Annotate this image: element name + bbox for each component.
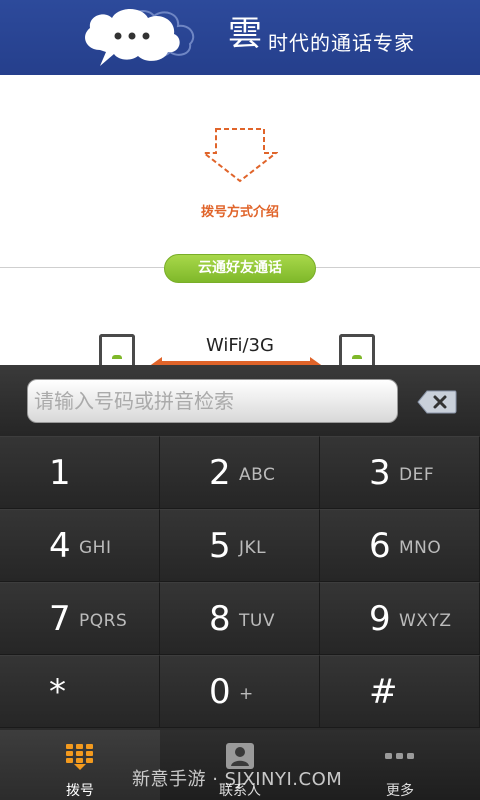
keypad: 1 2 ABC 3 DEF 4 GHI 5 JKL 6 MNO 7 PQRS 8 TUV 9W… <box>0 436 480 730</box>
dial-method-intro-link[interactable]: 拨号方式介绍 <box>0 201 480 220</box>
key-letters: DEF <box>399 465 435 485</box>
down-arrow-icon <box>202 128 278 183</box>
key-digit: 7 <box>49 599 71 639</box>
key-digit: # <box>369 672 398 712</box>
key-5[interactable]: 5 JKL <box>160 509 320 582</box>
key-6[interactable]: 6 MNO <box>320 509 480 582</box>
app-screen: 雲 时代的通话专家 拨号方式介绍 云通好友通话 WiFi/3G 请输入号码或拼音… <box>0 0 480 800</box>
key-star[interactable]: * <box>0 655 160 728</box>
key-letters: + <box>239 684 254 704</box>
key-3[interactable]: 3 DEF <box>320 436 480 509</box>
key-7[interactable]: 7 PQRS <box>0 582 160 655</box>
key-letters: ABC <box>239 465 276 485</box>
chat-cloud-icon <box>85 9 195 66</box>
key-4[interactable]: 4 GHI <box>0 509 160 582</box>
tab-label: 更多 <box>386 783 414 799</box>
key-hash[interactable]: # <box>320 655 480 728</box>
key-0[interactable]: 0 + <box>160 655 320 728</box>
key-digit: 5 <box>209 526 231 566</box>
key-digit: 6 <box>369 526 391 566</box>
key-letters: MNO <box>399 538 442 558</box>
header-slogan: 时代的通话专家 <box>268 31 415 55</box>
key-1[interactable]: 1 <box>0 436 160 509</box>
key-letters: GHI <box>79 538 112 558</box>
key-digit: 9 <box>369 599 391 639</box>
key-letters: WXYZ <box>399 611 452 631</box>
key-digit: 3 <box>369 453 391 493</box>
search-bar: 请输入号码或拼音检索 <box>0 365 480 436</box>
key-digit: 2 <box>209 453 231 493</box>
key-digit: 8 <box>209 599 231 639</box>
backspace-icon[interactable] <box>417 390 457 414</box>
key-letters: PQRS <box>79 611 128 631</box>
key-digit: 1 <box>49 453 71 493</box>
key-letters: JKL <box>239 538 267 558</box>
header-banner: 雲 时代的通话专家 <box>0 0 480 75</box>
phone-right-icon <box>339 334 375 368</box>
network-label: WiFi/3G <box>206 335 274 356</box>
number-search-input[interactable]: 请输入号码或拼音检索 <box>27 379 398 423</box>
key-letters: TUV <box>239 611 275 631</box>
dialpad-icon <box>66 744 93 770</box>
more-icon <box>385 753 414 759</box>
key-9[interactable]: 9 WXYZ <box>320 582 480 655</box>
key-2[interactable]: 2 ABC <box>160 436 320 509</box>
brand-logo-char: 雲 <box>228 14 262 54</box>
key-digit: * <box>49 672 66 712</box>
friend-call-button[interactable]: 云通好友通话 <box>164 254 316 283</box>
tab-more[interactable]: 更多 <box>320 730 480 800</box>
dialer-panel: 请输入号码或拼音检索 1 2 ABC 3 DEF 4 GHI 5 JKL 6 MNO 7P… <box>0 365 480 730</box>
key-digit: 0 <box>209 672 231 712</box>
key-digit: 4 <box>49 526 71 566</box>
intro-panel: 拨号方式介绍 云通好友通话 WiFi/3G <box>0 75 480 368</box>
key-8[interactable]: 8 TUV <box>160 582 320 655</box>
watermark-text: 新意手游 · SJXINYI.COM <box>132 769 343 790</box>
